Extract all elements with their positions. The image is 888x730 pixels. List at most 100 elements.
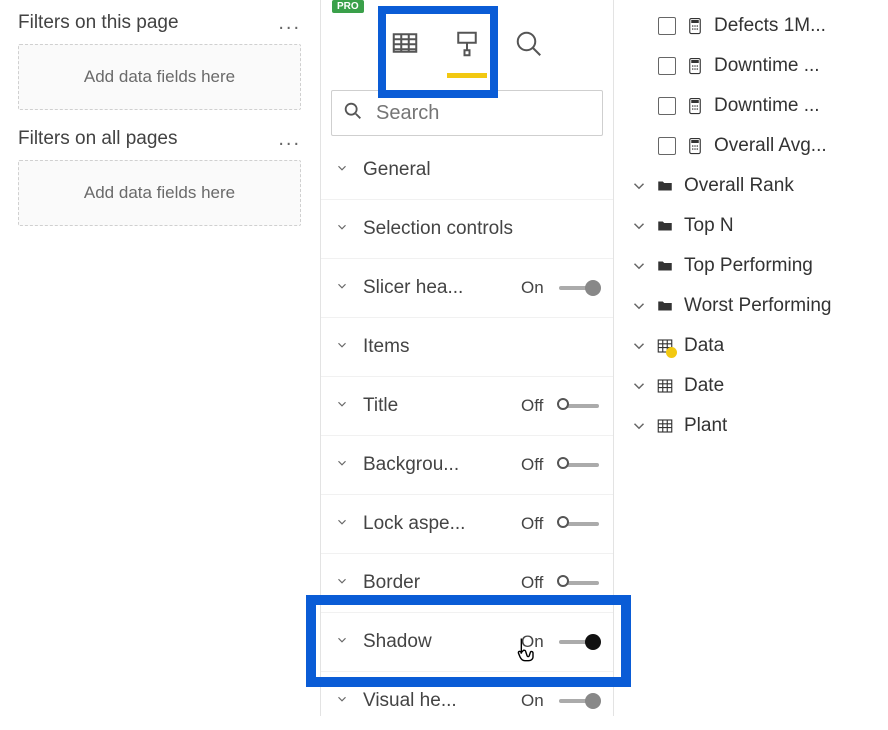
format-section-title[interactable]: TitleOff (321, 376, 613, 435)
field-label: Top N (684, 215, 734, 237)
calculator-icon (686, 97, 704, 115)
toggle-state-label: On (521, 691, 551, 711)
format-section-label: Title (363, 395, 521, 417)
toggle-switch[interactable] (559, 396, 599, 416)
chevron-down-icon[interactable] (630, 337, 648, 355)
format-section-slicer-hea-[interactable]: Slicer hea...On (321, 258, 613, 317)
toggle-switch[interactable] (559, 632, 599, 652)
format-search[interactable] (331, 90, 603, 136)
format-section-general[interactable]: General (321, 140, 613, 199)
toggle-state-label: On (521, 632, 551, 652)
field-label: Overall Rank (684, 175, 794, 197)
chevron-down-icon (335, 454, 351, 476)
folder-icon (656, 257, 674, 275)
calculator-icon (686, 57, 704, 75)
chevron-down-icon[interactable] (630, 377, 648, 395)
format-section-label: Lock aspe... (363, 513, 521, 535)
folder-icon (656, 297, 674, 315)
format-section-label: Border (363, 572, 521, 594)
format-sections-list: GeneralSelection controlsSlicer hea...On… (321, 140, 613, 730)
field-label: Downtime ... (714, 55, 820, 77)
field-folder[interactable]: Top N (624, 206, 878, 246)
chevron-down-icon (335, 159, 351, 181)
fields-tab-icon[interactable] (381, 20, 429, 68)
field-label: Data (684, 335, 724, 357)
format-section-border[interactable]: BorderOff (321, 553, 613, 612)
field-measure[interactable]: Downtime ... (624, 86, 878, 126)
field-folder[interactable]: Worst Performing (624, 286, 878, 326)
format-search-input[interactable] (374, 101, 592, 126)
filters-all-more-icon[interactable]: ... (278, 129, 301, 149)
chevron-down-icon[interactable] (630, 257, 648, 275)
field-table[interactable]: Plant (624, 406, 878, 446)
format-section-shadow[interactable]: ShadowOn (321, 612, 613, 671)
field-checkbox[interactable] (658, 17, 676, 35)
format-section-label: Items (363, 336, 599, 358)
format-section-label: General (363, 159, 599, 181)
chevron-down-icon (335, 277, 351, 299)
field-checkbox[interactable] (658, 137, 676, 155)
chevron-down-icon (335, 218, 351, 240)
table-icon (656, 337, 674, 355)
chevron-down-icon[interactable] (630, 217, 648, 235)
visualization-tabs (321, 4, 613, 84)
filters-page-more-icon[interactable]: ... (278, 13, 301, 33)
field-folder[interactable]: Overall Rank (624, 166, 878, 206)
filters-page-drop-hint: Add data fields here (84, 67, 235, 86)
pro-badge: PRO (332, 0, 364, 13)
toggle-state-label: Off (521, 455, 551, 475)
field-label: Downtime ... (714, 95, 820, 117)
format-section-label: Backgrou... (363, 454, 521, 476)
folder-icon (656, 177, 674, 195)
format-tab-underline (447, 73, 487, 78)
toggle-state-label: Off (521, 573, 551, 593)
fields-pane: Defects 1M... Downtime ... Downtime ... Ove… (614, 0, 888, 716)
chevron-down-icon (335, 336, 351, 358)
toggle-switch[interactable] (559, 278, 599, 298)
chevron-down-icon (335, 513, 351, 535)
field-checkbox[interactable] (658, 97, 676, 115)
search-icon (342, 100, 364, 127)
field-measure[interactable]: Downtime ... (624, 46, 878, 86)
field-table[interactable]: Date (624, 366, 878, 406)
toggle-switch[interactable] (559, 573, 599, 593)
folder-icon (656, 217, 674, 235)
format-section-label: Slicer hea... (363, 277, 521, 299)
format-section-label: Shadow (363, 631, 521, 653)
analytics-tab-icon[interactable] (505, 20, 553, 68)
toggle-switch[interactable] (559, 455, 599, 475)
calculator-icon (686, 17, 704, 35)
format-section-lock-aspe-[interactable]: Lock aspe...Off (321, 494, 613, 553)
calculator-icon (686, 137, 704, 155)
field-table[interactable]: Data (624, 326, 878, 366)
chevron-down-icon[interactable] (630, 417, 648, 435)
table-icon (656, 417, 674, 435)
toggle-state-label: On (521, 278, 551, 298)
chevron-down-icon (335, 690, 351, 712)
format-section-backgrou-[interactable]: Backgrou...Off (321, 435, 613, 494)
filters-page-dropzone[interactable]: Add data fields here (18, 44, 301, 110)
format-section-visual-he-[interactable]: Visual he...On (321, 671, 613, 730)
format-section-items[interactable]: Items (321, 317, 613, 376)
toggle-switch[interactable] (559, 514, 599, 534)
field-label: Worst Performing (684, 295, 831, 317)
format-pane: GeneralSelection controlsSlicer hea...On… (320, 0, 614, 716)
filters-all-title: Filters on all pages (18, 128, 177, 150)
format-tab-icon[interactable] (443, 20, 491, 68)
field-label: Top Performing (684, 255, 813, 277)
field-checkbox[interactable] (658, 57, 676, 75)
field-measure[interactable]: Overall Avg... (624, 126, 878, 166)
field-label: Overall Avg... (714, 135, 827, 157)
format-section-selection-controls[interactable]: Selection controls (321, 199, 613, 258)
chevron-down-icon (335, 395, 351, 417)
chevron-down-icon (335, 631, 351, 653)
table-icon (656, 377, 674, 395)
chevron-down-icon (335, 572, 351, 594)
field-measure[interactable]: Defects 1M... (624, 6, 878, 46)
filters-all-dropzone[interactable]: Add data fields here (18, 160, 301, 226)
format-section-label: Selection controls (363, 218, 599, 240)
toggle-switch[interactable] (559, 691, 599, 711)
chevron-down-icon[interactable] (630, 297, 648, 315)
chevron-down-icon[interactable] (630, 177, 648, 195)
field-folder[interactable]: Top Performing (624, 246, 878, 286)
